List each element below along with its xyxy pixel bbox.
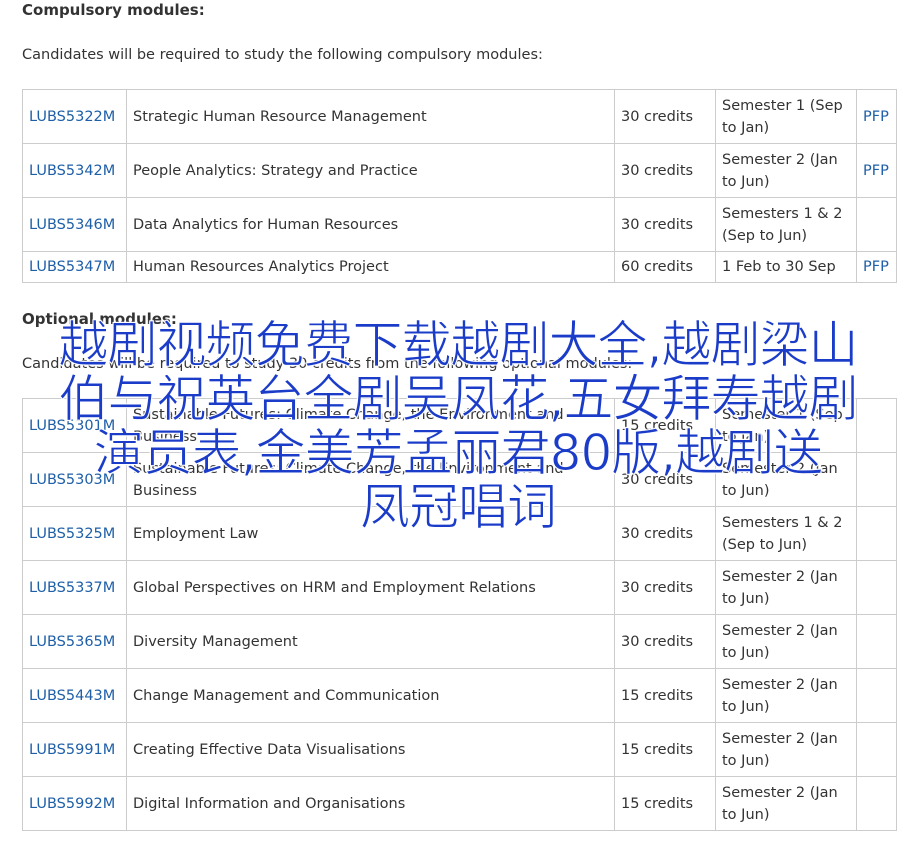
compulsory-heading: Compulsory modules: xyxy=(22,1,205,19)
table-row: LUBS5346M Data Analytics for Human Resour… xyxy=(22,197,897,252)
module-credits: 30 credits xyxy=(614,197,716,252)
compulsory-table: LUBS5322M Strategic Human Resource Manage… xyxy=(22,89,897,283)
table-row: LUBS5301M Sustainable Futures: Climate Ch… xyxy=(22,398,897,453)
module-pfp-cell xyxy=(856,722,897,777)
table-row: LUBS5342M People Analytics: Strategy and … xyxy=(22,143,897,198)
module-semester: 1 Feb to 30 Sep xyxy=(715,251,857,283)
module-title: Sustainable Futures: Climate Change, the… xyxy=(126,398,615,453)
module-credits: 15 credits xyxy=(614,776,716,831)
module-code-cell: LUBS5992M xyxy=(22,776,127,831)
module-code-link[interactable]: LUBS5342M xyxy=(29,163,115,179)
module-credits: 30 credits xyxy=(614,89,716,144)
optional-heading: Optional modules: xyxy=(22,310,177,328)
module-semester: Semester 2 (Jan to Jun) xyxy=(715,776,857,831)
module-semester: Semester 1 (Sep to Jan) xyxy=(715,398,857,453)
table-row: LUBS5325M Employment Law 30 credits Semeste… xyxy=(22,506,897,561)
module-semester: Semester 2 (Jan to Jun) xyxy=(715,143,857,198)
module-semester: Semesters 1 & 2 (Sep to Jun) xyxy=(715,506,857,561)
module-title: People Analytics: Strategy and Practice xyxy=(126,143,615,198)
table-row: LUBS5303M Sustainable Futures: Climate Ch… xyxy=(22,452,897,507)
module-semester: Semesters 1 & 2 (Sep to Jun) xyxy=(715,197,857,252)
module-code-link[interactable]: LUBS5365M xyxy=(29,634,115,650)
optional-table: LUBS5301M Sustainable Futures: Climate Ch… xyxy=(22,398,897,831)
module-credits: 60 credits xyxy=(614,251,716,283)
module-pfp-cell: PFP xyxy=(856,143,897,198)
module-pfp-cell xyxy=(856,506,897,561)
module-credits: 30 credits xyxy=(614,614,716,669)
module-code-link[interactable]: LUBS5991M xyxy=(29,742,115,758)
module-title: Change Management and Communication xyxy=(126,668,615,723)
module-credits: 15 credits xyxy=(614,722,716,777)
module-title: Strategic Human Resource Management xyxy=(126,89,615,144)
module-title: Sustainable Futures: Climate Change, the… xyxy=(126,452,615,507)
module-pfp-cell xyxy=(856,197,897,252)
module-title: Data Analytics for Human Resources xyxy=(126,197,615,252)
table-row: LUBS5443M Change Management and Communica… xyxy=(22,668,897,723)
module-semester: Semester 2 (Jan to Jun) xyxy=(715,668,857,723)
module-credits: 15 credits xyxy=(614,398,716,453)
module-pfp-cell xyxy=(856,776,897,831)
module-code-link[interactable]: LUBS5443M xyxy=(29,688,115,704)
module-title: Creating Effective Data Visualisations xyxy=(126,722,615,777)
module-title: Global Perspectives on HRM and Employmen… xyxy=(126,560,615,615)
module-code-cell: LUBS5342M xyxy=(22,143,127,198)
module-credits: 15 credits xyxy=(614,668,716,723)
module-credits: 30 credits xyxy=(614,506,716,561)
module-code-cell: LUBS5325M xyxy=(22,506,127,561)
module-semester: Semester 2 (Jan to Jun) xyxy=(715,614,857,669)
module-semester: Semester 2 (Jan to Jun) xyxy=(715,722,857,777)
module-code-cell: LUBS5346M xyxy=(22,197,127,252)
module-code-cell: LUBS5991M xyxy=(22,722,127,777)
module-pfp-cell: PFP xyxy=(856,89,897,144)
pfp-link[interactable]: PFP xyxy=(863,109,889,125)
module-title: Human Resources Analytics Project xyxy=(126,251,615,283)
module-code-cell: LUBS5365M xyxy=(22,614,127,669)
module-code-link[interactable]: LUBS5347M xyxy=(29,259,115,275)
module-credits: 30 credits xyxy=(614,560,716,615)
module-code-link[interactable]: LUBS5303M xyxy=(29,472,115,488)
module-code-cell: LUBS5322M xyxy=(22,89,127,144)
module-credits: 30 credits xyxy=(614,143,716,198)
table-row: LUBS5991M Creating Effective Data Visuali… xyxy=(22,722,897,777)
module-code-link[interactable]: LUBS5301M xyxy=(29,418,115,434)
table-row: LUBS5322M Strategic Human Resource Manage… xyxy=(22,89,897,144)
module-title: Digital Information and Organisations xyxy=(126,776,615,831)
module-code-cell: LUBS5443M xyxy=(22,668,127,723)
table-row: LUBS5337M Global Perspectives on HRM and … xyxy=(22,560,897,615)
table-row: LUBS5365M Diversity Management 30 credits S… xyxy=(22,614,897,669)
module-pfp-cell xyxy=(856,452,897,507)
module-semester: Semester 2 (Jan to Jun) xyxy=(715,560,857,615)
module-title: Employment Law xyxy=(126,506,615,561)
pfp-link[interactable]: PFP xyxy=(863,259,889,275)
pfp-link[interactable]: PFP xyxy=(863,163,889,179)
module-code-cell: LUBS5301M xyxy=(22,398,127,453)
module-code-cell: LUBS5303M xyxy=(22,452,127,507)
module-pfp-cell xyxy=(856,614,897,669)
optional-intro: Candidates will be required to study 30 … xyxy=(22,356,633,372)
module-pfp-cell xyxy=(856,560,897,615)
module-title: Diversity Management xyxy=(126,614,615,669)
compulsory-intro: Candidates will be required to study the… xyxy=(22,47,543,63)
module-code-cell: LUBS5347M xyxy=(22,251,127,283)
module-code-cell: LUBS5337M xyxy=(22,560,127,615)
module-pfp-cell xyxy=(856,668,897,723)
module-code-link[interactable]: LUBS5346M xyxy=(29,217,115,233)
table-row: LUBS5347M Human Resources Analytics Proje… xyxy=(22,251,897,283)
module-code-link[interactable]: LUBS5325M xyxy=(29,526,115,542)
module-semester: Semester 2 (Jan to Jun) xyxy=(715,452,857,507)
module-semester: Semester 1 (Sep to Jan) xyxy=(715,89,857,144)
module-credits: 30 credits xyxy=(614,452,716,507)
module-code-link[interactable]: LUBS5992M xyxy=(29,796,115,812)
table-row: LUBS5992M Digital Information and Organis… xyxy=(22,776,897,831)
module-pfp-cell xyxy=(856,398,897,453)
module-code-link[interactable]: LUBS5322M xyxy=(29,109,115,125)
module-code-link[interactable]: LUBS5337M xyxy=(29,580,115,596)
module-pfp-cell: PFP xyxy=(856,251,897,283)
